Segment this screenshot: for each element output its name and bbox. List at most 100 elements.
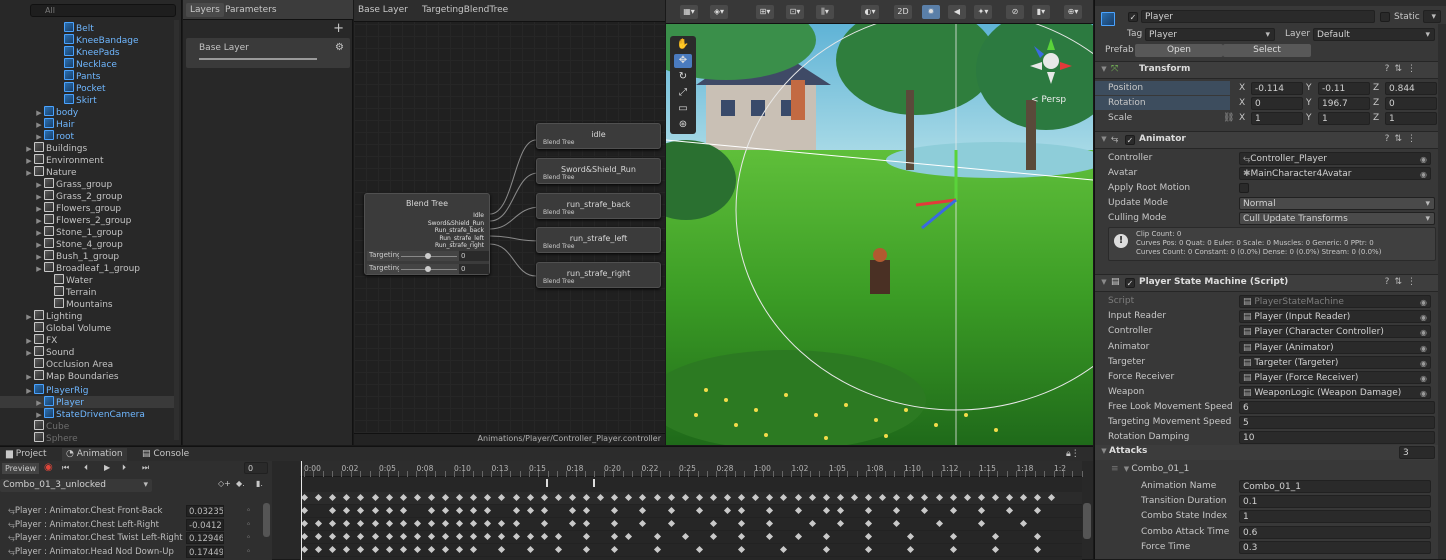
keyframe[interactable] (526, 506, 534, 515)
dopesheet-scrollbar[interactable] (1083, 503, 1091, 539)
transform-tool-icon[interactable]: ⊛ (674, 118, 692, 132)
keyframe[interactable] (456, 519, 464, 528)
keyframe[interactable] (949, 506, 957, 515)
keyframe[interactable] (822, 532, 830, 541)
update-mode-dropdown[interactable]: Normal (1239, 197, 1435, 210)
hierarchy-item[interactable]: Necklace (64, 58, 117, 70)
add-layer-button[interactable]: + (333, 21, 344, 36)
keyframe[interactable] (456, 545, 464, 554)
add-event-icon[interactable]: ◆. (236, 479, 245, 488)
lighting-toggle-icon[interactable]: ✹ (922, 5, 940, 19)
component-menu-icons[interactable]: ?⇅⋮ (1385, 277, 1421, 287)
keyframe[interactable] (568, 493, 576, 502)
keyframe[interactable] (582, 545, 591, 554)
combo-field[interactable]: 0.6 (1239, 525, 1431, 539)
hierarchy-item[interactable]: ▶ StateDrivenCamera (34, 408, 145, 420)
render-mode-button[interactable]: ◈▾ (710, 5, 728, 19)
culling-mode-dropdown[interactable]: Cull Update Transforms (1239, 212, 1435, 225)
animated-property-row[interactable]: ⥃Player : Animator.Head Nod Down-Up 0.174… (0, 545, 262, 559)
blend-tree-node[interactable]: Blend Tree Idle Sword&Shield_Run Run_straf… (364, 193, 490, 275)
transform-x-field[interactable]: 1 (1251, 112, 1303, 125)
hierarchy-item[interactable]: ▶ Grass_2_group (34, 190, 122, 202)
rect-tool-icon[interactable]: ▭ (674, 102, 692, 116)
keyframe[interactable] (343, 545, 351, 554)
keyframe[interactable] (738, 532, 746, 541)
static-checkbox[interactable] (1380, 12, 1390, 22)
transform-header[interactable]: ▼ ⤧ Transform ?⇅⋮ (1095, 61, 1446, 79)
axis-label[interactable]: Y (1306, 81, 1312, 95)
keyframe[interactable] (427, 519, 435, 528)
state-node[interactable]: run_strafe_right Blend Tree (536, 262, 661, 288)
playhead[interactable] (301, 461, 302, 560)
keyframe[interactable] (1020, 493, 1028, 502)
state-node[interactable]: run_strafe_left Blend Tree (536, 227, 661, 253)
event-marker-icon[interactable]: ▮. (256, 479, 263, 488)
2d-toggle-button[interactable]: 2D (894, 5, 912, 19)
transform-z-field[interactable]: 0.844 (1385, 82, 1437, 95)
hierarchy-item[interactable]: ▶ Stone_1_group (34, 226, 123, 238)
keyframe[interactable] (512, 532, 520, 541)
keyframe[interactable] (611, 545, 619, 554)
keyframe-diamond-icon[interactable]: ◦ (246, 546, 251, 559)
hierarchy-item[interactable]: ▶ Flowers_2_group (34, 214, 131, 226)
attacks-count-field[interactable]: 3 (1399, 446, 1435, 459)
time-ruler[interactable]: 0:00 0:02 0:05 0:08 0:10 0:13 0:15 0:18 0:20 0:22… (300, 461, 1083, 477)
effects-toggle-icon[interactable]: ✦▾ (974, 5, 992, 19)
hierarchy-item[interactable]: Cube (34, 420, 69, 432)
play-icon[interactable]: ▶ (104, 463, 110, 472)
keyframe[interactable] (653, 532, 661, 541)
keyframe[interactable] (315, 532, 323, 541)
keyframe[interactable] (977, 506, 985, 515)
hierarchy-scrollbar[interactable] (174, 20, 179, 440)
keyframe[interactable] (512, 493, 520, 502)
summary-key-row[interactable] (300, 492, 1082, 505)
keyframe[interactable] (949, 493, 957, 502)
keyframe[interactable] (568, 506, 576, 515)
keyframe[interactable] (653, 545, 661, 554)
first-key-icon[interactable]: ⏮ (62, 463, 69, 473)
keyframe[interactable] (385, 506, 393, 515)
expand-arrow-icon[interactable]: ▶ (24, 371, 34, 383)
keyframe[interactable] (357, 519, 365, 528)
keyframe[interactable] (949, 545, 957, 554)
hierarchy-item[interactable]: Mountains (54, 298, 113, 310)
keyframe[interactable] (343, 532, 351, 541)
keyframe[interactable] (611, 519, 619, 528)
keyframe[interactable] (498, 545, 506, 554)
hierarchy-item[interactable]: Global Volume (34, 322, 111, 334)
attacks-header[interactable]: ▼ Attacks 3 (1095, 445, 1439, 460)
keyframe[interactable] (399, 532, 407, 541)
open-prefab-button[interactable]: Open (1135, 44, 1223, 57)
param-row[interactable]: Targeting 0 (367, 264, 489, 274)
keyframe[interactable] (723, 493, 732, 502)
keyframe[interactable] (484, 493, 492, 502)
psm-number-field[interactable]: 10 (1239, 431, 1435, 444)
keyframe[interactable] (399, 519, 407, 528)
dopesheet[interactable]: 0:00 0:02 0:05 0:08 0:10 0:13 0:15 0:18 0:20 0:22… (300, 461, 1083, 560)
keyframe[interactable] (1048, 493, 1056, 502)
keyframe[interactable] (554, 493, 562, 502)
hidden-toggle-icon[interactable]: ⊘ (1006, 5, 1024, 19)
keyframe[interactable] (357, 493, 365, 502)
animated-property-row[interactable]: ⥃Player : Animator.Chest Front-Back 0.032… (0, 505, 262, 518)
keyframe[interactable] (808, 493, 816, 502)
keyframe[interactable] (371, 493, 379, 502)
tab-animation[interactable]: ◔ Animation (62, 448, 127, 461)
hierarchy-item[interactable]: ▶ Grass_group (34, 178, 112, 190)
keyframe[interactable] (681, 493, 689, 502)
ruler-button[interactable]: ⫼▾ (816, 5, 834, 19)
keyframe[interactable] (836, 506, 844, 515)
keyframe[interactable] (977, 493, 985, 502)
keyframe[interactable] (582, 532, 591, 541)
keyframe[interactable] (300, 532, 309, 541)
keyframe[interactable] (766, 532, 774, 541)
keyframe[interactable] (329, 532, 337, 541)
keyframe[interactable] (836, 493, 844, 502)
select-prefab-button[interactable]: Select (1223, 44, 1311, 57)
keyframe[interactable] (582, 506, 591, 515)
state-node[interactable]: Sword&Shield_Run Blend Tree (536, 158, 661, 184)
keyframe[interactable] (864, 545, 873, 554)
keyframe[interactable] (441, 519, 450, 528)
hierarchy-item[interactable]: ▶ Buildings (24, 142, 87, 154)
hierarchy-item[interactable]: ▶ PlayerRig (24, 384, 88, 396)
